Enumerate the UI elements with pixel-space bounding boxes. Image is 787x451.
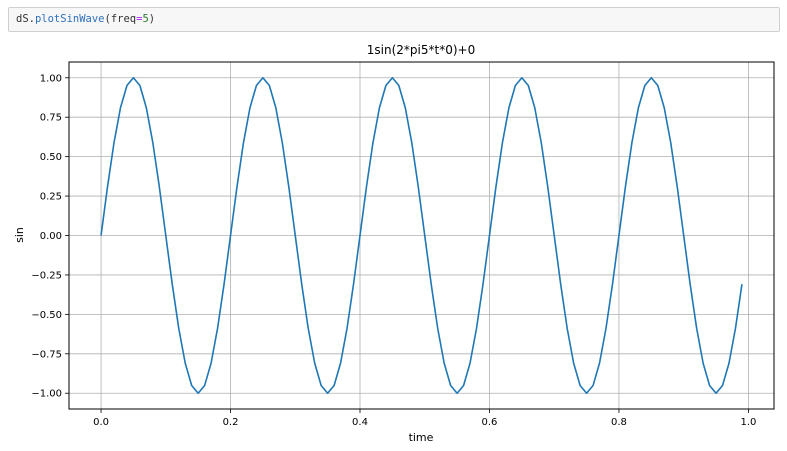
- x-tick-label: 0.8: [611, 417, 627, 428]
- code-token: plotSinWave: [34, 13, 105, 25]
- code-token: ): [148, 13, 156, 25]
- y-tick-label: 0.50: [40, 152, 62, 163]
- y-tick-label: −1.00: [31, 389, 62, 400]
- y-tick-label: −0.25: [31, 270, 62, 281]
- y-ticks: 1.00 0.75 0.50 0.25 0.00 −0.25 −0.50 −0.75 −1.00: [31, 73, 69, 400]
- x-tick-label: 0.6: [482, 417, 498, 428]
- y-tick-label: 1.00: [40, 73, 62, 84]
- x-tick-label: 0.0: [93, 417, 109, 428]
- code-token: dS.: [16, 13, 35, 25]
- x-tick-label: 0.2: [223, 417, 239, 428]
- y-axis-label: sin: [13, 227, 26, 243]
- y-tick-label: −0.50: [31, 310, 62, 321]
- y-tick-label: 0.00: [40, 231, 62, 242]
- sine-wave-chart: 0.0 0.2 0.4 0.6 0.8 1.0 1.00 0.75 0.50 0.25 0.00 −…: [13, 43, 775, 444]
- x-tick-label: 0.4: [352, 417, 368, 428]
- y-tick-label: −0.75: [31, 349, 62, 360]
- code-line: dS.plotSinWave(freq=5): [16, 13, 155, 25]
- code-cell-input[interactable]: dS.plotSinWave(freq=5): [8, 7, 780, 32]
- x-ticks: 0.0 0.2 0.4 0.6 0.8 1.0: [93, 409, 756, 428]
- x-tick-label: 1.0: [740, 417, 756, 428]
- chart-title: 1sin(2*pi5*t*0)+0: [367, 43, 475, 57]
- x-axis-label: time: [409, 431, 434, 444]
- y-tick-label: 0.75: [40, 113, 62, 124]
- code-token: (freq: [104, 13, 137, 25]
- y-tick-label: 0.25: [40, 192, 62, 203]
- grid-lines: [69, 62, 774, 409]
